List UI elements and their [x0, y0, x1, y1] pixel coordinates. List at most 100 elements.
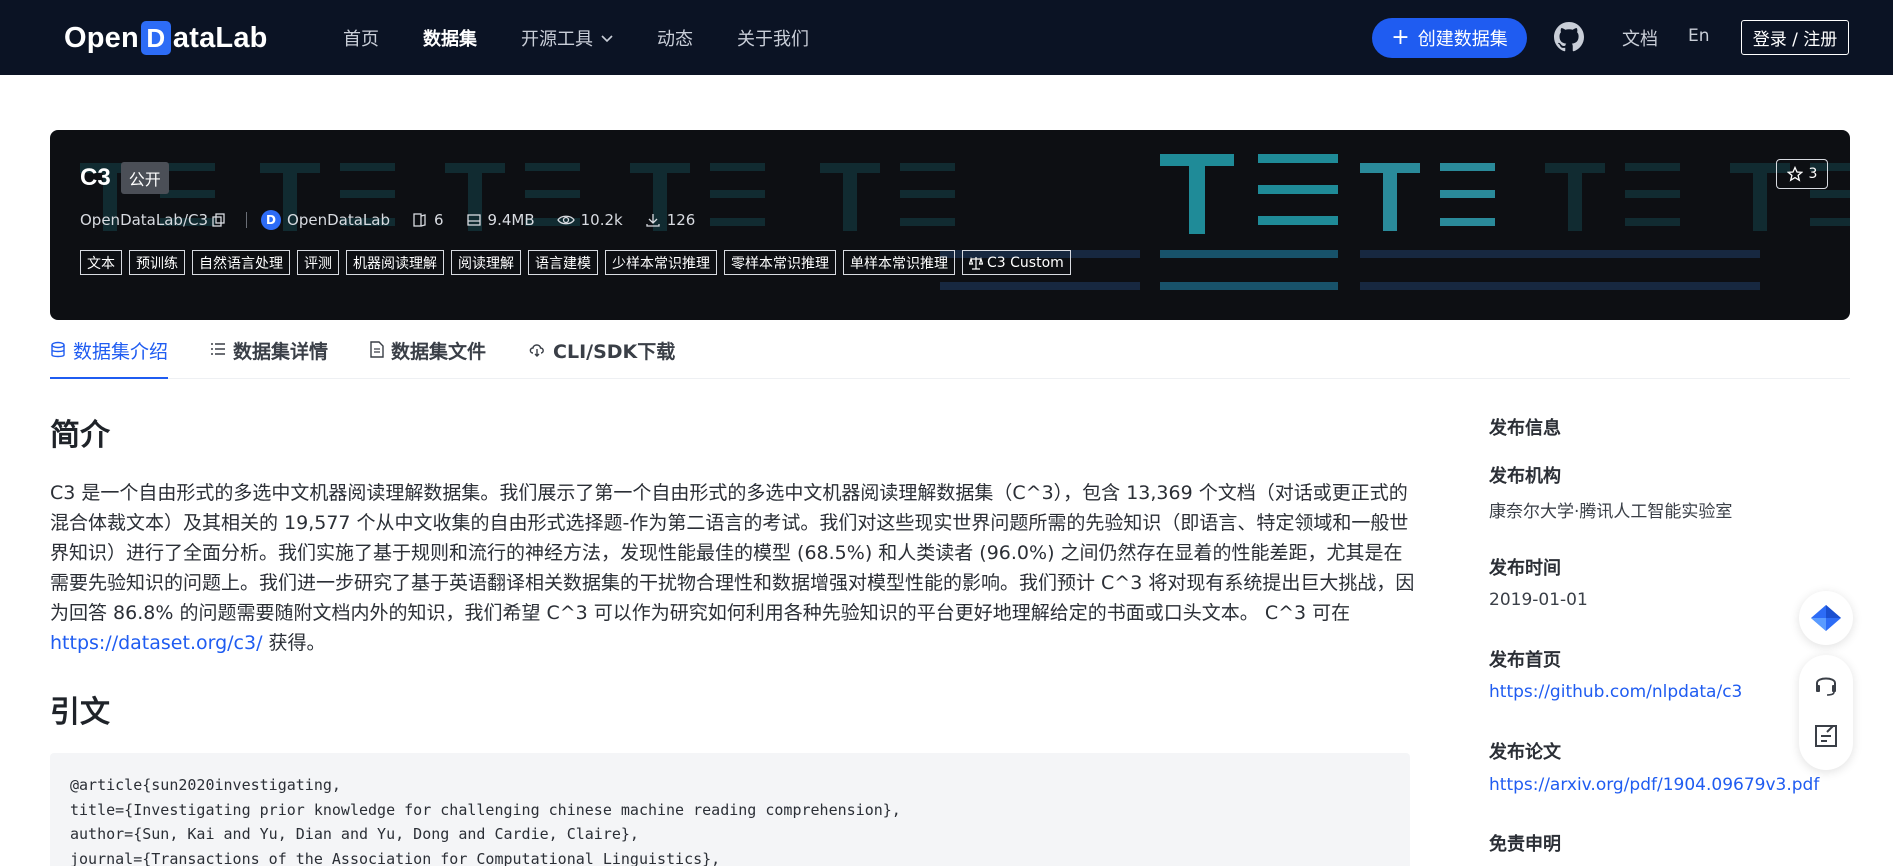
files-count: 6 — [433, 211, 444, 229]
floating-tools-panel — [1799, 655, 1853, 770]
citation-line: author={Sun, Kai and Yu, Dian and Yu, Do… — [70, 825, 639, 843]
list-icon — [211, 343, 226, 355]
tab-label: 数据集详情 — [233, 341, 329, 363]
eye-icon — [556, 215, 575, 225]
dataset-path: OpenDataLab/C3 — [80, 211, 209, 229]
feedback-edit-icon[interactable] — [1813, 723, 1839, 749]
create-dataset-label: 创建数据集 — [1417, 29, 1508, 50]
tag[interactable]: 零样本常识推理 — [724, 250, 836, 275]
publisher-value: 康奈尔大学·腾讯人工智能实验室 — [1489, 502, 1733, 522]
nav-item-open-source-tools[interactable]: 开源工具 — [521, 25, 613, 51]
document-icon — [370, 341, 384, 358]
tag[interactable]: 自然语言处理 — [192, 250, 290, 275]
tag[interactable]: 评测 — [297, 250, 339, 275]
plus-icon: + — [1391, 25, 1410, 50]
download-icon — [646, 214, 660, 227]
logo-text-open: Open — [64, 21, 139, 54]
org-logo-icon: D — [261, 210, 282, 230]
diamond-logo-icon — [1811, 605, 1841, 631]
logo-text-atalab: ataLab — [172, 21, 268, 54]
language-switch[interactable]: En — [1688, 26, 1710, 46]
paper-link[interactable]: https://arxiv.org/pdf/1904.09679v3.pdf — [1489, 775, 1819, 795]
copy-icon[interactable] — [212, 213, 226, 227]
nav-item-news[interactable]: 动态 — [657, 25, 693, 51]
dataset-tabs: 数据集介绍 数据集详情 数据集文件 CLI/SDK下载 — [50, 333, 1850, 379]
tag[interactable]: 机器阅读理解 — [346, 250, 444, 275]
nav-item-datasets[interactable]: 数据集 — [423, 25, 477, 51]
dataset-title-row: C3 公开 — [80, 162, 169, 194]
star-icon — [1786, 166, 1803, 182]
org-name: OpenDataLab — [287, 211, 390, 229]
tag[interactable]: 阅读理解 — [451, 250, 521, 275]
star-count: 3 — [1808, 166, 1818, 182]
dataset-path-item: OpenDataLab/C3 — [80, 211, 232, 229]
dataset-link[interactable]: https://dataset.org/c3/ — [50, 632, 262, 654]
tag[interactable]: 少样本常识推理 — [605, 250, 717, 275]
tag[interactable]: 语言建模 — [528, 250, 598, 275]
login-register-button[interactable]: 登录 / 注册 — [1741, 20, 1849, 55]
file-icon — [413, 213, 426, 227]
size-item: 9.4MB — [466, 211, 535, 229]
intro-text-end: 获得。 — [262, 632, 326, 654]
divider — [246, 212, 248, 228]
license-label: C3 Custom — [987, 254, 1064, 271]
downloads-count: 126 — [666, 211, 696, 229]
paper-label: 发布论文 — [1489, 742, 1561, 763]
views-item: 10.2k — [556, 211, 623, 229]
storage-icon — [466, 214, 481, 226]
tag-list: 文本 预训练 自然语言处理 评测 机器阅读理解 阅读理解 语言建模 少样本常识推… — [80, 250, 1078, 275]
star-button[interactable]: 3 — [1776, 159, 1828, 189]
publisher-label: 发布机构 — [1489, 466, 1561, 487]
citation-heading: 引文 — [50, 695, 110, 730]
dataset-size: 9.4MB — [487, 211, 535, 229]
disclaimer-label: 免责申明 — [1489, 834, 1561, 855]
create-dataset-button[interactable]: + 创建数据集 — [1372, 18, 1527, 58]
nav-item-tools-label: 开源工具 — [521, 28, 593, 50]
tab-cli-sdk-download[interactable]: CLI/SDK下载 — [528, 333, 675, 379]
tab-label: 数据集文件 — [391, 341, 487, 363]
opendatalab-logo[interactable]: Open D ataLab — [64, 18, 268, 58]
cloud-download-icon — [529, 344, 544, 357]
tag[interactable]: 预训练 — [129, 250, 185, 275]
docs-link[interactable]: 文档 — [1622, 25, 1658, 51]
database-icon — [51, 341, 65, 358]
publish-date-value: 2019-01-01 — [1489, 590, 1588, 610]
downloads-item: 126 — [645, 211, 696, 229]
tab-dataset-files[interactable]: 数据集文件 — [370, 333, 486, 379]
tag[interactable]: 单样本常识推理 — [843, 250, 955, 275]
publish-info-heading: 发布信息 — [1489, 418, 1561, 439]
visibility-badge: 公开 — [120, 162, 169, 194]
files-count-item: 6 — [412, 211, 444, 229]
dataset-name: C3 — [80, 164, 111, 191]
homepage-link[interactable]: https://github.com/nlpdata/c3 — [1489, 682, 1742, 702]
tab-label: 数据集介绍 — [73, 341, 169, 363]
org-item[interactable]: D OpenDataLab — [261, 210, 390, 230]
intro-heading: 简介 — [50, 418, 110, 453]
tab-dataset-intro[interactable]: 数据集介绍 — [50, 333, 169, 379]
dataset-banner: C3 公开 OpenDataLab/C3 D OpenDataLab 6 9.4… — [50, 130, 1850, 320]
citation-line: @article{sun2020investigating, — [70, 776, 341, 794]
license-tag[interactable]: C3 Custom — [962, 250, 1071, 275]
citation-code-block[interactable]: @article{sun2020investigating, title={Inv… — [50, 753, 1410, 866]
citation-line: title={Investigating prior knowledge for… — [70, 800, 901, 819]
scale-icon — [969, 256, 983, 270]
tab-label: CLI/SDK下载 — [553, 341, 676, 363]
floating-assistant-button[interactable] — [1799, 591, 1853, 645]
headset-icon[interactable] — [1813, 671, 1839, 697]
logo-d-mark: D — [140, 21, 171, 55]
homepage-label: 发布首页 — [1489, 650, 1561, 671]
dataset-meta-row: OpenDataLab/C3 D OpenDataLab 6 9.4MB 10.… — [80, 210, 717, 230]
publish-date-label: 发布时间 — [1489, 558, 1561, 579]
nav-item-about[interactable]: 关于我们 — [737, 25, 809, 51]
tag[interactable]: 文本 — [80, 250, 122, 275]
views-count: 10.2k — [580, 211, 623, 229]
chevron-down-icon — [601, 34, 613, 42]
github-icon[interactable] — [1554, 22, 1584, 52]
tab-dataset-details[interactable]: 数据集详情 — [210, 333, 328, 379]
top-navbar: Open D ataLab 首页 数据集 开源工具 动态 关于我们 + 创建数据… — [0, 0, 1893, 75]
citation-line: journal={Transactions of the Association… — [70, 849, 721, 866]
main-nav: 首页 数据集 开源工具 动态 关于我们 — [343, 0, 853, 75]
intro-paragraph: C3 是一个自由形式的多选中文机器阅读理解数据集。我们展示了第一个自由形式的多选… — [50, 478, 1415, 658]
intro-text: C3 是一个自由形式的多选中文机器阅读理解数据集。我们展示了第一个自由形式的多选… — [50, 482, 1415, 624]
nav-item-home[interactable]: 首页 — [343, 25, 379, 51]
